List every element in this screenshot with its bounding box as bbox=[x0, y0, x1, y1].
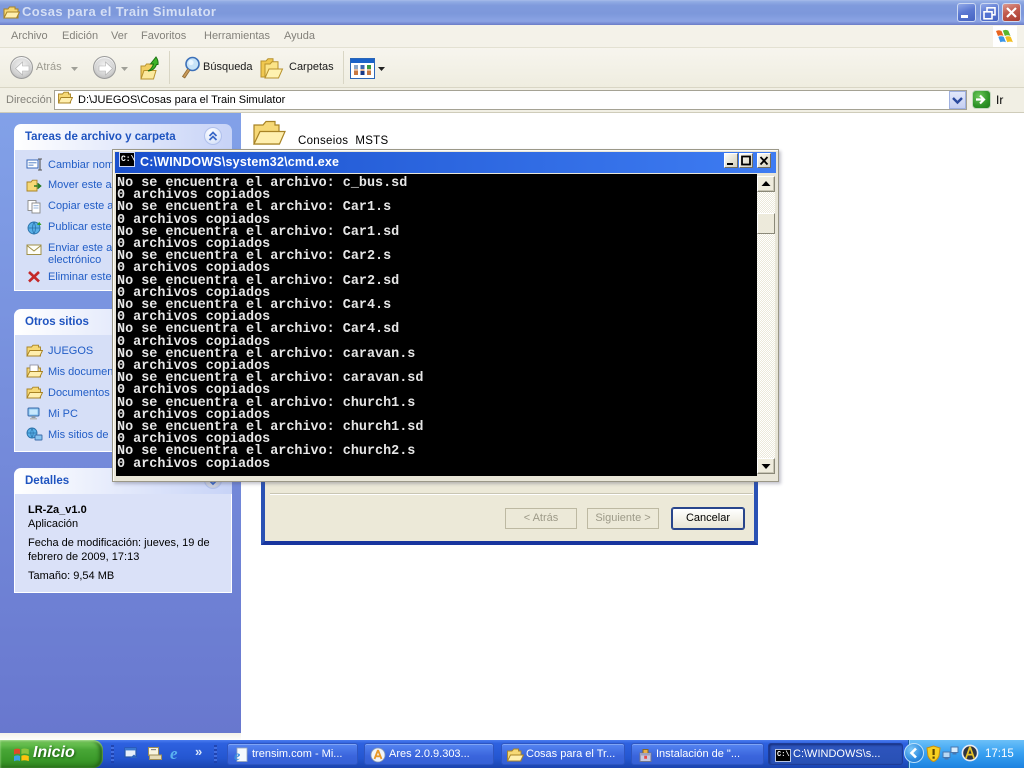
svg-text:e: e bbox=[234, 749, 240, 763]
